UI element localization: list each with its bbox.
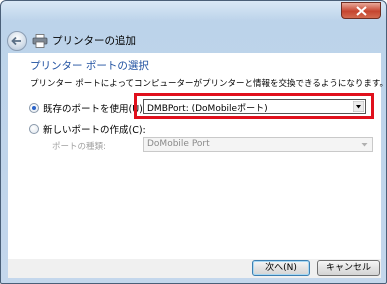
- existing-port-value: DMBPort: (DoMobileポート): [147, 104, 268, 114]
- dropdown-arrow-icon: [353, 101, 364, 112]
- back-arrow-icon: [11, 36, 21, 46]
- add-printer-window: プリンターの追加 プリンター ポートの選択 プリンター ポートによってコンピュー…: [0, 0, 387, 284]
- window-title: プリンターの追加: [52, 35, 136, 47]
- close-button[interactable]: [341, 2, 381, 19]
- use-existing-port-radio[interactable]: [29, 103, 39, 113]
- page-description: プリンター ポートによってコンピューターがプリンターと情報を交換できるようになり…: [30, 79, 387, 89]
- next-button[interactable]: 次へ(N): [252, 260, 310, 276]
- back-button[interactable]: [7, 31, 27, 51]
- content-area: プリンター ポートの選択 プリンター ポートによってコンピューターがプリンターと…: [8, 53, 386, 259]
- close-icon: [356, 6, 367, 16]
- create-new-port-label[interactable]: 新しいポートの作成(C):: [43, 122, 146, 136]
- page-heading: プリンター ポートの選択: [30, 60, 149, 72]
- create-new-port-radio[interactable]: [29, 124, 39, 134]
- port-type-select: DoMobile Port: [143, 137, 373, 152]
- dropdown-arrow-icon: [361, 143, 368, 147]
- use-existing-port-label[interactable]: 既存のポートを使用(U):: [43, 101, 146, 115]
- port-type-label: ポートの種類:: [52, 142, 106, 152]
- printer-icon: [32, 34, 48, 48]
- title-bar: [1, 1, 386, 29]
- port-type-value: DoMobile Port: [147, 139, 210, 149]
- existing-port-select[interactable]: DMBPort: (DoMobileポート): [143, 99, 366, 114]
- cancel-button[interactable]: キャンセル: [317, 260, 380, 276]
